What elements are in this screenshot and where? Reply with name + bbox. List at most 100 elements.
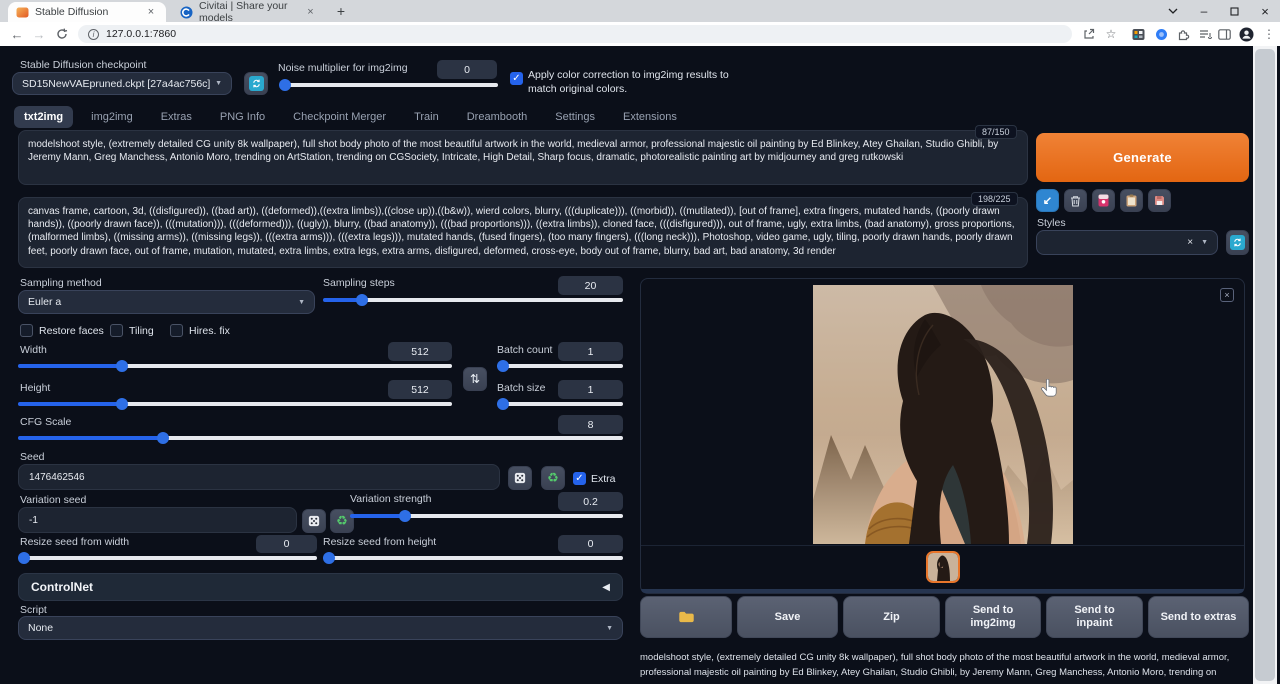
apply-styles-button[interactable] xyxy=(1120,189,1143,212)
reload-icon[interactable] xyxy=(53,25,71,43)
forward-icon[interactable]: → xyxy=(30,25,48,43)
color-correction-checkbox[interactable]: ✓ xyxy=(510,72,523,85)
restore-faces-checkbox[interactable] xyxy=(20,324,33,337)
bookmark-star-icon[interactable]: ☆ xyxy=(1102,25,1120,43)
save-style-button[interactable] xyxy=(1148,189,1171,212)
random-seed-button[interactable] xyxy=(508,466,532,490)
send-to-img2img-button[interactable]: Send to img2img xyxy=(945,596,1041,638)
zip-button[interactable]: Zip xyxy=(843,596,940,638)
sampling-steps-slider[interactable] xyxy=(323,298,623,302)
slider-handle[interactable] xyxy=(18,552,30,564)
width-value[interactable]: 512 xyxy=(388,342,452,361)
slider-handle[interactable] xyxy=(497,398,509,410)
checkpoint-refresh-button[interactable] xyxy=(244,72,268,95)
back-icon[interactable]: ← xyxy=(8,25,26,43)
cfg-scale-value[interactable]: 8 xyxy=(558,415,623,434)
batch-size-value[interactable]: 1 xyxy=(558,380,623,399)
extra-seed-checkbox[interactable]: ✓ xyxy=(573,472,586,485)
resize-seed-height-slider[interactable] xyxy=(323,556,623,560)
batch-count-value[interactable]: 1 xyxy=(558,342,623,361)
browser-tab-civitai[interactable]: Civitai | Share your models × xyxy=(172,2,324,22)
paste-generation-params-button[interactable]: ↙ xyxy=(1036,189,1059,212)
window-minimize-button[interactable]: – xyxy=(1189,0,1219,22)
sampling-method-select[interactable]: Euler a ▼ xyxy=(18,290,315,314)
script-select[interactable]: None ▼ xyxy=(18,616,623,640)
send-to-inpaint-button[interactable]: Send to inpaint xyxy=(1046,596,1143,638)
slider-handle[interactable] xyxy=(116,398,128,410)
tab-extras[interactable]: Extras xyxy=(151,106,202,128)
gallery-thumbnail-selected[interactable] xyxy=(926,551,960,583)
new-tab-button[interactable]: + xyxy=(332,3,350,21)
controlnet-accordion[interactable]: ControlNet ◀ xyxy=(18,573,623,601)
noise-multiplier-value[interactable]: 0 xyxy=(437,60,497,79)
extensions-puzzle-icon[interactable] xyxy=(1174,25,1192,43)
tiling-checkbox[interactable] xyxy=(110,324,123,337)
side-panel-icon[interactable] xyxy=(1215,25,1233,43)
site-info-icon[interactable]: i xyxy=(88,29,99,40)
tab-checkpoint-merger[interactable]: Checkpoint Merger xyxy=(283,106,396,128)
tab-extensions[interactable]: Extensions xyxy=(613,106,687,128)
width-slider[interactable] xyxy=(18,364,452,368)
close-gallery-icon[interactable]: × xyxy=(1220,288,1234,302)
height-value[interactable]: 512 xyxy=(388,380,452,399)
sampling-steps-value[interactable]: 20 xyxy=(558,276,623,295)
prompt-textarea[interactable]: modelshoot style, (extremely detailed CG… xyxy=(18,130,1028,185)
slider-handle[interactable] xyxy=(323,552,335,564)
styles-refresh-button[interactable] xyxy=(1226,230,1249,255)
tab-dreambooth[interactable]: Dreambooth xyxy=(457,106,538,128)
checkpoint-select[interactable]: SD15NewVAEpruned.ckpt [27a4ac756c] ▼ xyxy=(12,72,232,95)
tab-settings[interactable]: Settings xyxy=(545,106,605,128)
save-button[interactable]: Save xyxy=(737,596,838,638)
send-to-extras-button[interactable]: Send to extras xyxy=(1148,596,1249,638)
batch-size-slider[interactable] xyxy=(497,402,623,406)
tab-img2img[interactable]: img2img xyxy=(81,106,143,128)
height-slider[interactable] xyxy=(18,402,452,406)
variation-strength-value[interactable]: 0.2 xyxy=(558,492,623,511)
noise-multiplier-slider[interactable] xyxy=(281,83,498,87)
slider-handle[interactable] xyxy=(356,294,368,306)
variation-strength-slider[interactable] xyxy=(350,514,623,518)
negative-prompt-textarea[interactable]: canvas frame, cartoon, 3d, ((disfigured)… xyxy=(18,197,1028,268)
share-icon[interactable] xyxy=(1080,25,1098,43)
url-bar[interactable]: i 127.0.0.1:7860 xyxy=(78,25,1072,43)
tab-close-icon[interactable]: × xyxy=(305,6,316,18)
tab-search-chevron-icon[interactable] xyxy=(1158,0,1188,22)
extension-blue-dot-icon[interactable] xyxy=(1152,25,1170,43)
resize-seed-width-slider[interactable] xyxy=(18,556,317,560)
cfg-scale-slider[interactable] xyxy=(18,436,623,440)
styles-select[interactable]: × ▼ xyxy=(1036,230,1218,255)
clear-styles-icon[interactable]: × xyxy=(1187,237,1193,248)
tab-png-info[interactable]: PNG Info xyxy=(210,106,275,128)
slider-handle[interactable] xyxy=(116,360,128,372)
tab-txt2img[interactable]: txt2img xyxy=(14,106,73,128)
reading-list-icon[interactable] xyxy=(1196,25,1214,43)
chevron-down-icon[interactable]: ▼ xyxy=(1201,239,1208,246)
resize-seed-height-value[interactable]: 0 xyxy=(558,535,623,553)
reuse-seed-button[interactable]: ♻ xyxy=(541,466,565,490)
browser-tab-stable-diffusion[interactable]: Stable Diffusion × xyxy=(8,2,166,22)
slider-handle[interactable] xyxy=(497,360,509,372)
reuse-variation-seed-button[interactable]: ♻ xyxy=(330,509,354,533)
slider-handle[interactable] xyxy=(157,432,169,444)
profile-avatar[interactable] xyxy=(1237,25,1255,43)
seed-input[interactable]: 1476462546 xyxy=(18,464,500,490)
clear-prompt-button[interactable] xyxy=(1064,189,1087,212)
batch-count-slider[interactable] xyxy=(497,364,623,368)
tab-close-icon[interactable]: × xyxy=(144,6,158,18)
swap-width-height-button[interactable]: ⇅ xyxy=(463,367,487,391)
slider-handle[interactable] xyxy=(399,510,411,522)
tab-train[interactable]: Train xyxy=(404,106,449,128)
page-scrollbar[interactable] xyxy=(1253,46,1277,684)
variation-seed-input[interactable]: -1 xyxy=(18,507,297,533)
generated-image[interactable] xyxy=(813,285,1073,544)
extra-networks-button[interactable] xyxy=(1092,189,1115,212)
open-folder-button[interactable] xyxy=(640,596,732,638)
scrollbar-thumb[interactable] xyxy=(1255,49,1275,681)
slider-handle[interactable] xyxy=(279,79,291,91)
window-restore-button[interactable] xyxy=(1219,0,1249,22)
resize-seed-width-value[interactable]: 0 xyxy=(256,535,317,553)
window-close-button[interactable]: × xyxy=(1250,0,1280,22)
random-variation-seed-button[interactable] xyxy=(302,509,326,533)
generate-button[interactable]: Generate xyxy=(1036,133,1249,182)
hires-fix-checkbox[interactable] xyxy=(170,324,183,337)
